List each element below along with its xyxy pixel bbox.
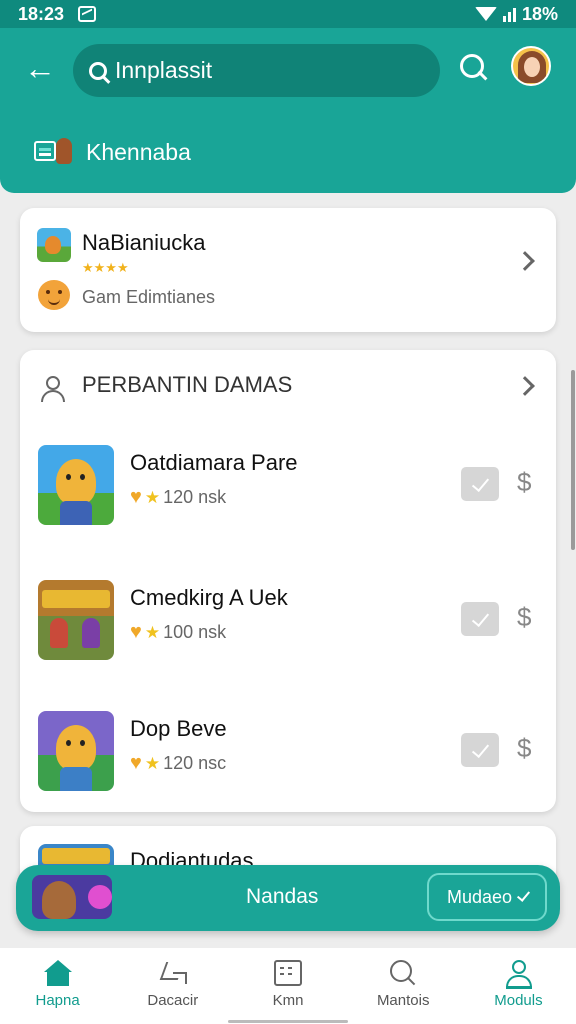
search-icon[interactable] [460,54,488,82]
player-artwork [32,875,112,919]
search-icon [389,960,417,986]
list-section: PERBANTIN DAMAS Oatdiamara Pare ♥ ★ 120 … [20,350,556,812]
header-subtitle-row[interactable]: Khennaba [34,138,191,166]
grid-icon [274,960,302,986]
game-thumbnail-icon [37,228,71,262]
dollar-icon[interactable]: $ [517,467,531,498]
nav-label: Moduls [494,992,543,1009]
nav-label: Hapna [35,992,80,1009]
header-subtitle: Khennaba [86,138,191,165]
search-glass-icon [89,61,107,80]
featured-subtitle: Gam Edimtianes [82,287,216,307]
status-time: 18:23 [18,3,65,24]
heart-icon: ♥ [130,486,142,508]
item-title: Oatdiamara Pare [130,450,298,475]
star-icon: ★ [144,487,161,507]
item-meta-text: 120 nsc [163,753,227,773]
signal-icon [502,6,516,22]
status-bar: 18:23 18% [0,0,576,28]
game-thumbnail-icon [38,580,114,660]
person-icon [40,376,65,402]
list-item[interactable]: Dop Beve ♥ ★ 120 nsc $ [20,711,556,791]
star-icon: ★ [144,622,161,642]
section-title: PERBANTIN DAMAS [82,372,293,397]
heart-icon: ♥ [130,621,142,643]
nav-item-search[interactable]: Mantois [346,948,461,1024]
list-item[interactable]: Cmedkirg A Uek ♥ ★ 100 nsk $ [20,580,556,660]
scrollbar[interactable] [571,370,575,550]
discover-icon [159,960,187,986]
wifi-icon [474,7,497,21]
player-action-label: Mudaeo [446,886,513,907]
item-meta-text: 100 nsk [163,622,227,642]
chevron-right-icon[interactable] [515,376,535,396]
item-meta-text: 120 nsk [163,487,227,507]
nav-item-discover[interactable]: Dacacir [115,948,230,1024]
select-checkbox[interactable] [461,467,499,501]
home-indicator[interactable] [228,1020,348,1023]
item-meta: ♥ ★ 100 nsk [130,621,226,644]
rating-stars: ★★★★ [82,260,129,275]
select-checkbox[interactable] [461,733,499,767]
search-input-value: Innplassit [115,57,213,83]
status-icons: 18% [474,3,558,25]
player-title: Nandas [246,885,319,908]
dollar-icon[interactable]: $ [517,602,531,633]
dollar-icon[interactable]: $ [517,733,531,764]
nav-label: Mantois [376,992,430,1009]
avatar[interactable] [511,46,551,86]
game-thumbnail-icon [38,445,114,525]
home-icon [43,960,72,986]
notification-icon [78,6,97,22]
search-input[interactable]: Innplassit [73,44,440,97]
list-item[interactable]: Oatdiamara Pare ♥ ★ 120 nsk $ [20,445,556,525]
star-icon: ★ [144,753,161,773]
heart-icon: ♥ [130,752,142,774]
bottom-nav: Hapna Dacacir Kmn Mantois Moduls [0,948,576,1024]
item-title: Dop Beve [130,716,227,741]
app-header: ← Innplassit Khennaba [0,28,576,193]
chevron-right-icon[interactable] [515,251,535,271]
mini-player[interactable]: Nandas Mudaeo [16,865,560,931]
battery-level: 18% [521,3,558,24]
game-thumbnail-icon [38,711,114,791]
select-checkbox[interactable] [461,602,499,636]
featured-title: NaBianiucka [82,230,206,255]
player-action-button[interactable]: Mudaeo [427,873,547,921]
item-title: Cmedkirg A Uek [130,585,288,610]
featured-card[interactable]: NaBianiucka ★★★★ Gam Edimtianes [20,208,556,332]
user-icon [504,960,533,989]
check-icon [516,888,531,902]
nav-item-grid[interactable]: Kmn [230,948,345,1024]
back-arrow-icon[interactable]: ← [22,50,58,86]
nav-item-home[interactable]: Hapna [0,948,115,1024]
smiley-icon [38,280,70,310]
item-meta: ♥ ★ 120 nsc [130,752,226,775]
category-icon [34,138,74,166]
item-meta: ♥ ★ 120 nsk [130,486,226,509]
nav-item-profile[interactable]: Moduls [461,948,576,1024]
nav-label: Kmn [272,992,304,1009]
nav-label: Dacacir [147,992,199,1009]
